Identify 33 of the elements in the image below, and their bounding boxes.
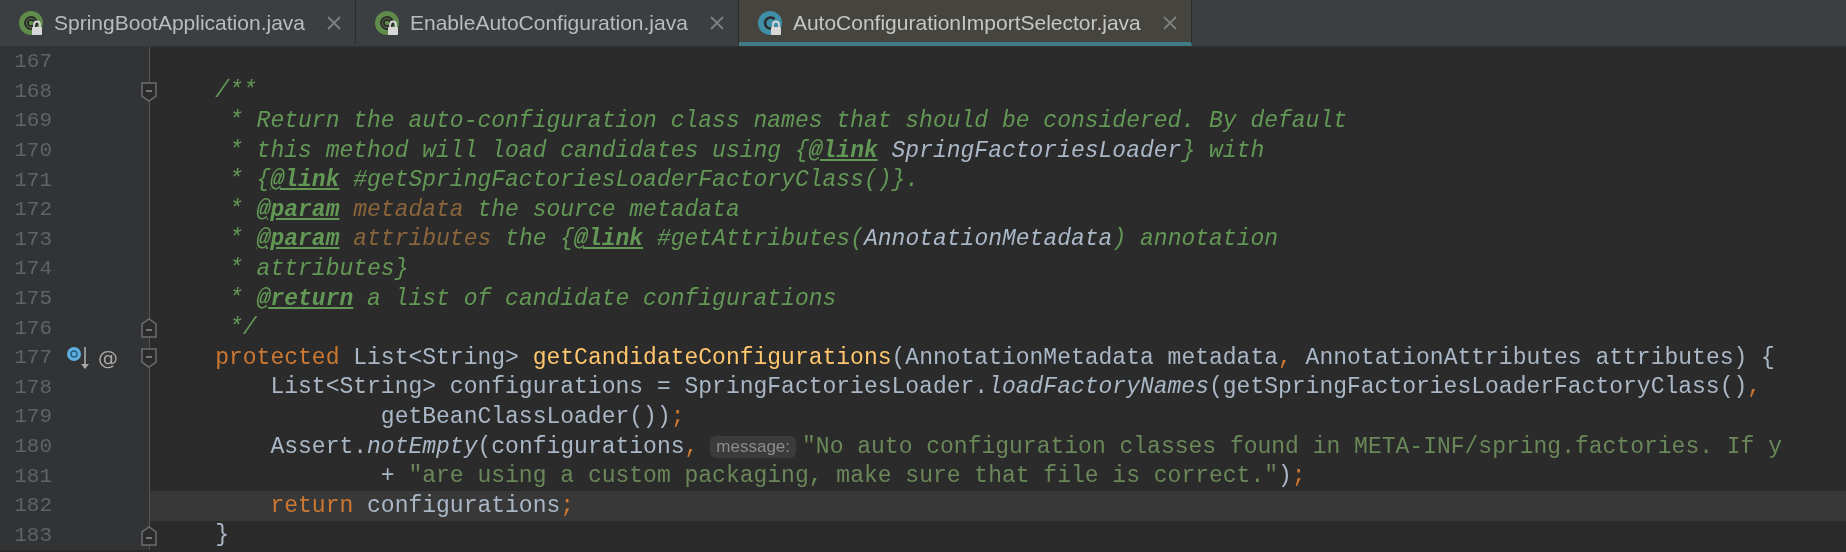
- class-file-icon: [756, 10, 783, 36]
- code-line: Assert.notEmpty(configurations,: [269, 433, 699, 460]
- fold-marker-icon[interactable]: [141, 318, 157, 339]
- code-line: * {@link #getSpringFactoriesLoaderFactoryClass()}.: [228, 167, 920, 194]
- code-line: List<String> configurations = SpringFactoriesLoader.loadFactoryNames(getSpringFactoriesLoaderFactoryClass(),: [269, 374, 1762, 401]
- annotation-marker[interactable]: @: [98, 345, 118, 370]
- parameter-hint: message:: [710, 435, 797, 458]
- close-icon[interactable]: [709, 16, 724, 30]
- fold-marker-icon[interactable]: [141, 81, 157, 102]
- close-icon[interactable]: [1162, 16, 1177, 30]
- override-marker-icon[interactable]: [66, 344, 92, 371]
- editor-tab[interactable]: AutoConfigurationImportSelector.java: [738, 0, 1192, 46]
- code-line: }: [214, 522, 229, 549]
- code-line: * @return a list of candidate configurations: [228, 285, 837, 312]
- code-line: * @param metadata the source metadata: [228, 196, 740, 223]
- code-line: * Return the auto-configuration class names that should be considered. By default: [228, 108, 1347, 134]
- annotation-file-icon: [374, 10, 400, 36]
- code-line: "No auto configuration classes found in META-INF/spring.factories. If y: [802, 433, 1782, 460]
- fold-marker-icon[interactable]: [141, 525, 157, 546]
- code-line: + "are using a custom packaging, make sure that file is correct.");: [379, 463, 1306, 490]
- code-line: return configurations;: [269, 492, 575, 519]
- code-line: getBeanClassLoader());: [379, 403, 685, 430]
- editor-tab[interactable]: EnableAutoConfiguration.java: [356, 0, 739, 46]
- code-line: * this method will load candidates using {@link SpringFactoriesLoader} with: [228, 137, 1265, 164]
- code-line: /**: [214, 78, 257, 105]
- code-line: * @param attributes the {@link #getAttributes(AnnotationMetadata) annotation: [228, 226, 1279, 253]
- code-line: */: [228, 315, 257, 342]
- editor-tab[interactable]: SpringBootApplication.java: [0, 0, 356, 46]
- close-icon[interactable]: [327, 16, 341, 30]
- code-line: protected List<String> getCandidateConfigurations(AnnotationMetadata metadata, AnnotationAttributes attributes) {: [214, 344, 1775, 371]
- fold-marker-icon[interactable]: [141, 347, 157, 368]
- code-line: * attributes}: [228, 255, 409, 282]
- annotation-file-icon: [18, 10, 44, 36]
